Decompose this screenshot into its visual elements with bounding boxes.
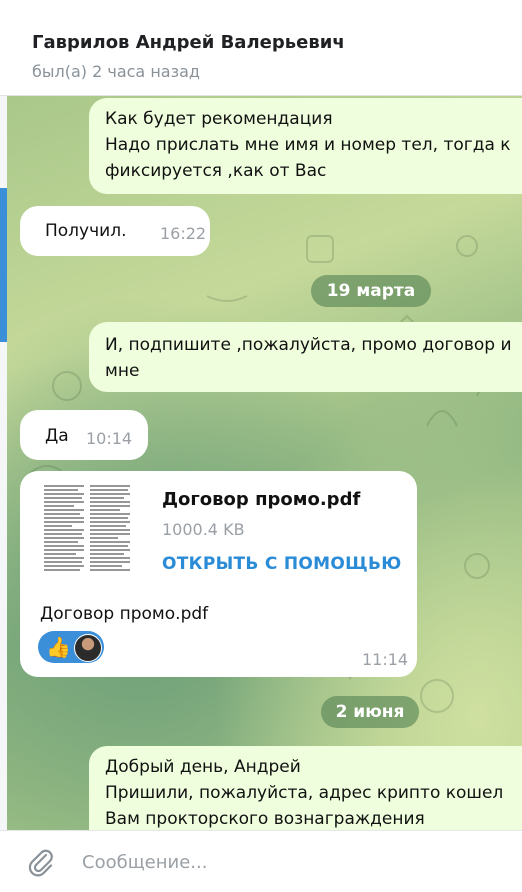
reactor-avatar xyxy=(74,634,102,662)
message-text-line: Надо прислать мне имя и номер тел, тогда… xyxy=(105,135,511,155)
message-text-line: Пришили, пожалуйста, адрес крипто кошел xyxy=(105,783,504,803)
thumbs-up-icon: 👍 xyxy=(46,635,71,659)
message-text-line: Вам прокторского вознаграждения xyxy=(105,809,425,829)
chat-header[interactable]: Гаврилов Андрей Валерьевич был(а) 2 часа… xyxy=(0,0,522,96)
message-text-line: Как будет рекомендация xyxy=(105,109,333,129)
message-text-line: Добрый день, Андрей xyxy=(105,757,301,777)
left-panel-edge xyxy=(0,96,7,830)
contact-name[interactable]: Гаврилов Андрей Валерьевич xyxy=(32,32,345,53)
message-text-line: мне xyxy=(105,361,140,381)
message-text-line: фиксируется ,как от Вас xyxy=(105,161,327,181)
message-text: Да xyxy=(45,426,69,446)
date-separator: 2 июня xyxy=(321,696,419,728)
file-size: 1000.4 KB xyxy=(162,520,245,539)
reaction-chip[interactable]: 👍 xyxy=(38,631,104,663)
last-seen-status: был(а) 2 часа назад xyxy=(32,62,200,81)
file-name[interactable]: Договор промо.pdf xyxy=(162,487,360,513)
chat-area[interactable]: Как будет рекомендация Надо прислать мне… xyxy=(7,96,522,830)
file-caption: Договор промо.pdf xyxy=(40,604,209,624)
message-text-line: И, подпишите ,пожалуйста, промо договор … xyxy=(105,335,512,355)
message-time: 16:22 xyxy=(160,224,207,243)
outgoing-message[interactable]: И, подпишите ,пожалуйста, промо договор … xyxy=(89,322,522,392)
message-composer xyxy=(0,830,522,892)
selected-indicator xyxy=(0,188,7,342)
message-time: 11:14 xyxy=(362,650,409,669)
message-text: Получил. xyxy=(45,221,127,241)
open-with-button[interactable]: ОТКРЫТЬ С ПОМОЩЬЮ xyxy=(162,551,401,577)
document-thumbnail[interactable] xyxy=(40,481,136,581)
incoming-message[interactable]: Да 10:14 xyxy=(20,410,148,460)
incoming-message[interactable]: Получил. 16:22 xyxy=(20,206,210,256)
paperclip-icon[interactable] xyxy=(26,847,56,877)
incoming-file-message[interactable]: Договор промо.pdf 1000.4 KB ОТКРЫТЬ С ПО… xyxy=(20,471,417,677)
outgoing-message[interactable]: Как будет рекомендация Надо прислать мне… xyxy=(89,98,522,194)
message-input[interactable] xyxy=(82,849,482,875)
outgoing-message[interactable]: Добрый день, Андрей Пришили, пожалуйста,… xyxy=(89,746,522,830)
message-time: 10:14 xyxy=(86,429,133,448)
date-separator: 19 марта xyxy=(311,275,431,307)
